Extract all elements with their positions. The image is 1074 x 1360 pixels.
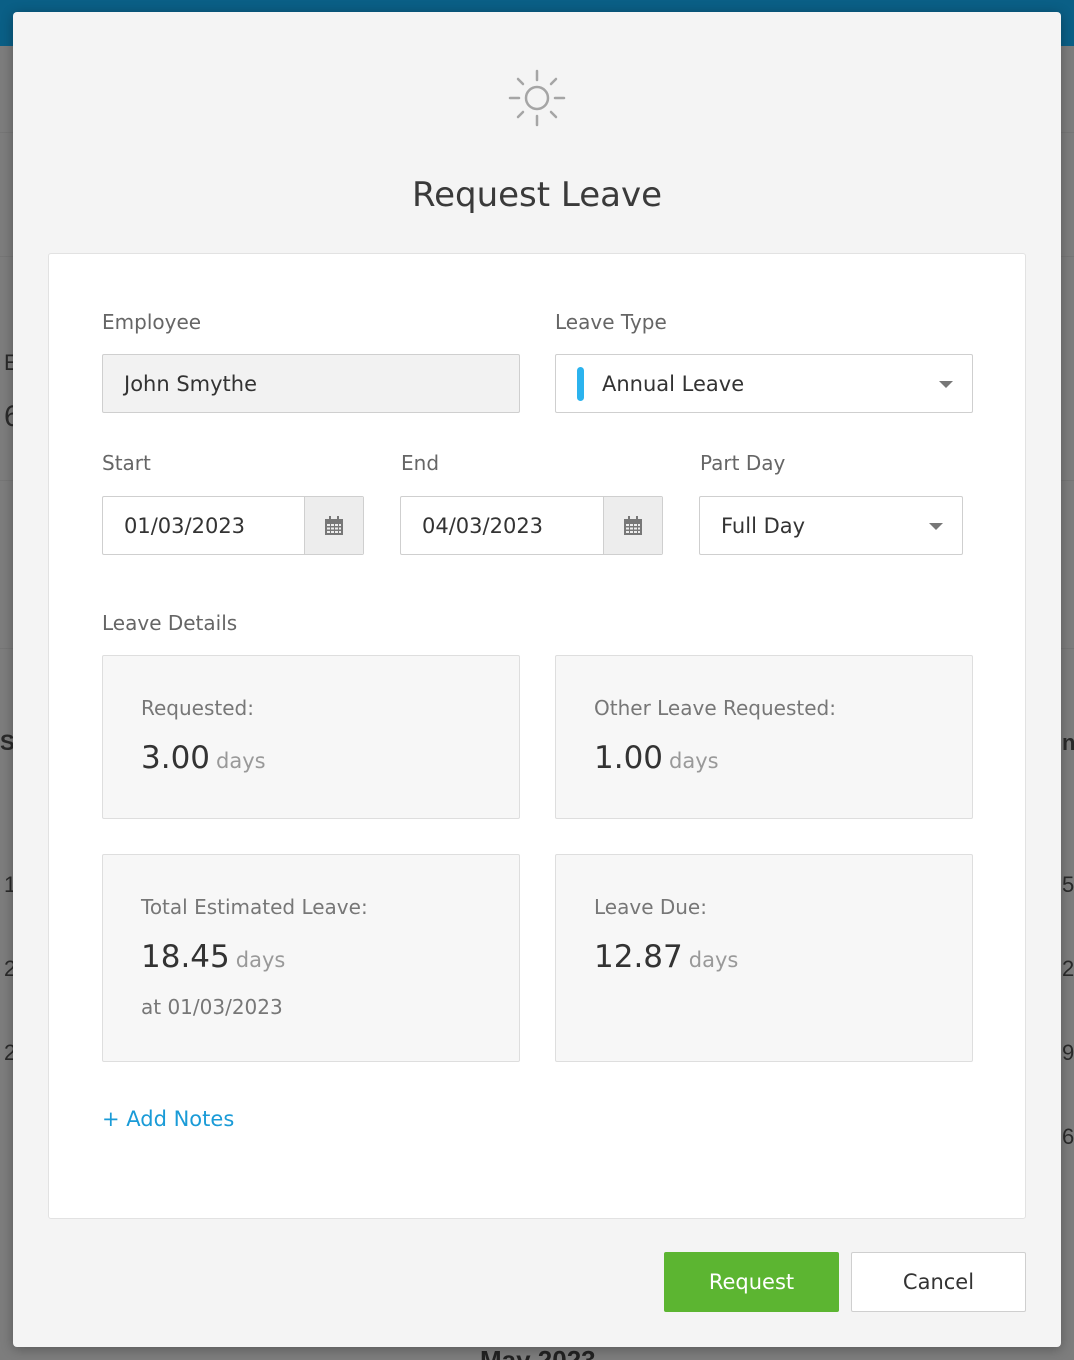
- total-estimated-leave-value: 18.45: [141, 939, 230, 975]
- other-leave-requested-value: 1.00: [594, 740, 664, 776]
- request-button[interactable]: Request: [664, 1252, 839, 1312]
- part-day-select[interactable]: Full Day: [699, 496, 963, 555]
- requested-value: 3.00: [141, 740, 211, 776]
- leave-details-label: Leave Details: [102, 611, 238, 635]
- sun-icon: [508, 69, 566, 127]
- employee-field: John Smythe: [102, 354, 520, 413]
- total-estimated-leave-card: Total Estimated Leave: 18.45 days at 01/0…: [102, 854, 520, 1062]
- leave-type-select[interactable]: Annual Leave: [555, 354, 973, 413]
- end-date-field[interactable]: 04/03/2023: [400, 496, 663, 555]
- leave-due-value-row: 12.87 days: [594, 939, 738, 975]
- employee-label: Employee: [102, 310, 202, 334]
- background-text: n: [1062, 730, 1074, 755]
- end-date-picker-button[interactable]: [603, 497, 662, 554]
- part-day-label: Part Day: [700, 451, 786, 475]
- leave-due-label: Leave Due:: [594, 895, 707, 919]
- leave-due-value: 12.87: [594, 939, 683, 975]
- start-date-value: 01/03/2023: [124, 513, 246, 538]
- background-calendar-month: May 2023: [480, 1345, 596, 1360]
- leave-due-card: Leave Due: 12.87 days: [555, 854, 973, 1062]
- end-date-value: 04/03/2023: [422, 513, 544, 538]
- leave-type-value: Annual Leave: [602, 371, 745, 396]
- chevron-down-icon: [939, 381, 953, 388]
- requested-label: Requested:: [141, 696, 254, 720]
- total-estimated-leave-label: Total Estimated Leave:: [141, 895, 368, 919]
- dialog-title: Request Leave: [411, 175, 663, 215]
- start-date-picker-button[interactable]: [304, 497, 363, 554]
- start-label: Start: [102, 451, 151, 475]
- total-estimated-leave-date: at 01/03/2023: [141, 995, 283, 1019]
- requested-card: Requested: 3.00 days: [102, 655, 520, 819]
- calendar-icon: [325, 515, 343, 535]
- background-text: 9: [1062, 1040, 1074, 1065]
- other-leave-requested-value-row: 1.00 days: [594, 740, 719, 776]
- requested-unit: days: [216, 749, 266, 773]
- background-text: 2: [1062, 956, 1074, 981]
- request-form-panel: Employee John Smythe Leave Type Annual L…: [48, 253, 1026, 1219]
- leave-type-color-indicator: [577, 366, 584, 401]
- total-estimated-leave-unit: days: [235, 948, 286, 972]
- background-text: 5: [1062, 872, 1074, 897]
- cancel-button[interactable]: Cancel: [851, 1252, 1026, 1312]
- employee-value: John Smythe: [124, 371, 258, 396]
- other-leave-requested-label: Other Leave Requested:: [594, 696, 836, 720]
- start-date-field[interactable]: 01/03/2023: [102, 496, 364, 555]
- leave-due-unit: days: [688, 948, 739, 972]
- total-estimated-leave-value-row: 18.45 days: [141, 939, 285, 975]
- requested-value-row: 3.00 days: [141, 740, 266, 776]
- chevron-down-icon: [929, 523, 943, 530]
- other-leave-requested-unit: days: [669, 749, 719, 773]
- request-leave-dialog: Request Leave Employee John Smythe Leave…: [13, 12, 1061, 1347]
- other-leave-requested-card: Other Leave Requested: 1.00 days: [555, 655, 973, 819]
- leave-type-label: Leave Type: [555, 310, 667, 334]
- end-label: End: [401, 451, 440, 475]
- background-text: 6: [1062, 1124, 1074, 1149]
- calendar-icon: [624, 515, 642, 535]
- add-notes-link[interactable]: + Add Notes: [102, 1107, 234, 1131]
- part-day-value: Full Day: [721, 513, 806, 538]
